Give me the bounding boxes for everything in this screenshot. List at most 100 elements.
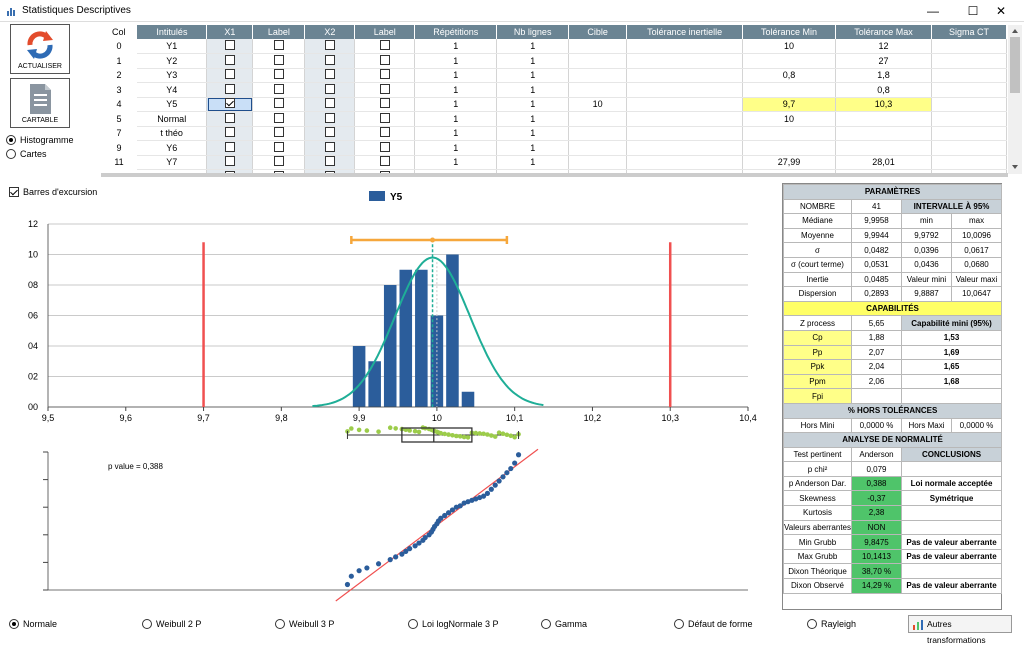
column-header[interactable]: Cible — [568, 25, 628, 39]
nb-lignes-cell[interactable]: 1 — [496, 97, 570, 112]
tolerance-min-cell[interactable]: 10 — [742, 39, 836, 54]
column-header[interactable]: Col — [101, 25, 138, 39]
checkbox[interactable] — [324, 112, 335, 123]
intitule-cell[interactable]: Y6 — [136, 140, 208, 156]
nb-lignes-cell[interactable]: 1 — [496, 68, 570, 83]
column-header[interactable]: Label — [252, 25, 306, 39]
tolerance-min-cell[interactable] — [742, 126, 836, 141]
radio-distribution[interactable]: Loi logNormale 3 P — [408, 619, 499, 629]
checkbox[interactable] — [324, 98, 335, 109]
intitule-cell[interactable]: t théo — [136, 126, 208, 141]
x2-cell[interactable] — [304, 68, 356, 83]
tolerance-max-cell[interactable]: 0,8 — [835, 82, 932, 98]
nb-lignes-cell[interactable]: 1 — [496, 39, 570, 54]
x2-cell[interactable] — [304, 155, 356, 170]
intitule-cell[interactable]: Y7 — [136, 155, 208, 170]
sigma-ct-cell[interactable] — [931, 140, 1007, 156]
column-header[interactable]: Intitulés — [136, 25, 208, 39]
checkbox[interactable] — [379, 54, 390, 65]
table-row[interactable]: 11 Y7 1 1 27,99 28,01 — [101, 155, 1007, 170]
grid-horizontal-scrollbar[interactable] — [101, 173, 1008, 177]
nb-lignes-cell[interactable]: 1 — [496, 82, 570, 98]
radio-distribution[interactable]: Rayleigh — [807, 619, 856, 629]
cible-cell[interactable] — [568, 155, 628, 170]
label1-cell[interactable] — [252, 126, 306, 141]
tolerance-inertielle-cell[interactable] — [626, 68, 744, 83]
radio-distribution[interactable]: Normale — [9, 619, 57, 629]
tolerance-inertielle-cell[interactable] — [626, 111, 744, 127]
sigma-ct-cell[interactable] — [931, 97, 1007, 112]
table-row[interactable]: 5 Normal 1 1 10 — [101, 111, 1007, 127]
label2-cell[interactable] — [354, 126, 416, 141]
label2-cell[interactable] — [354, 39, 416, 54]
tolerance-max-cell[interactable]: 1,8 — [835, 68, 932, 83]
label2-cell[interactable] — [354, 111, 416, 127]
checkbox[interactable] — [224, 141, 235, 152]
label1-cell[interactable] — [252, 155, 306, 170]
table-row[interactable]: 0 Y1 1 1 10 12 — [101, 39, 1007, 54]
radio-distribution[interactable]: Gamma — [541, 619, 587, 629]
table-row[interactable]: 7 t théo 1 1 — [101, 126, 1007, 141]
checkbox[interactable] — [324, 40, 335, 50]
tolerance-max-cell[interactable]: 10,3 — [835, 97, 932, 112]
column-header[interactable]: X1 — [206, 25, 254, 39]
checkbox[interactable] — [224, 40, 235, 50]
column-header[interactable]: Sigma CT — [931, 25, 1007, 39]
repetitions-cell[interactable]: 1 — [414, 82, 498, 98]
label1-cell[interactable] — [252, 68, 306, 83]
nb-lignes-cell[interactable]: 1 — [496, 53, 570, 69]
tolerance-max-cell[interactable] — [835, 140, 932, 156]
tolerance-inertielle-cell[interactable] — [626, 140, 744, 156]
radio-distribution[interactable]: Défaut de forme — [674, 619, 753, 629]
checkbox[interactable] — [324, 141, 335, 152]
sigma-ct-cell[interactable] — [931, 111, 1007, 127]
repetitions-cell[interactable]: 1 — [414, 140, 498, 156]
checkbox[interactable] — [324, 83, 335, 94]
cartable-button[interactable]: CARTABLE — [10, 78, 70, 128]
tolerance-max-cell[interactable]: 28,01 — [835, 155, 932, 170]
repetitions-cell[interactable]: 1 — [414, 53, 498, 69]
checkbox[interactable] — [273, 54, 284, 65]
checkbox[interactable] — [224, 156, 235, 167]
checkbox[interactable] — [273, 40, 284, 50]
cible-cell[interactable] — [568, 111, 628, 127]
tolerance-min-cell[interactable] — [742, 53, 836, 69]
label1-cell[interactable] — [252, 53, 306, 69]
checkbox[interactable] — [273, 98, 284, 109]
intitule-cell[interactable]: Y1 — [136, 39, 208, 54]
sigma-ct-cell[interactable] — [931, 155, 1007, 170]
tolerance-min-cell[interactable] — [742, 140, 836, 156]
table-row[interactable]: 9 Y6 1 1 — [101, 140, 1007, 156]
checkbox[interactable] — [224, 69, 235, 80]
checkbox[interactable] — [273, 127, 284, 138]
checkbox[interactable] — [379, 83, 390, 94]
x1-cell[interactable] — [206, 126, 254, 141]
checkbox[interactable] — [379, 40, 390, 50]
checkbox[interactable] — [224, 83, 235, 94]
label1-cell[interactable] — [252, 111, 306, 127]
sigma-ct-cell[interactable] — [931, 126, 1007, 141]
cible-cell[interactable]: 10 — [568, 97, 628, 112]
checkbox[interactable] — [379, 69, 390, 80]
checkbox[interactable] — [324, 156, 335, 167]
checkbox[interactable] — [273, 112, 284, 123]
column-header[interactable]: Répétitions — [414, 25, 498, 39]
intitule-cell[interactable]: Y4 — [136, 82, 208, 98]
checkbox[interactable] — [273, 69, 284, 80]
x1-cell[interactable] — [206, 53, 254, 69]
x1-cell[interactable] — [206, 82, 254, 98]
table-row[interactable]: 2 Y3 1 1 0,8 1,8 — [101, 68, 1007, 83]
autres-transformations-button[interactable]: Autres transformations — [908, 615, 1012, 645]
cible-cell[interactable] — [568, 126, 628, 141]
column-header[interactable]: Label — [354, 25, 416, 39]
column-header[interactable]: Tolérance Max — [835, 25, 932, 39]
table-row[interactable]: 3 Y4 1 1 0,8 — [101, 82, 1007, 98]
intitule-cell[interactable]: Y3 — [136, 68, 208, 83]
grid-vertical-scrollbar[interactable] — [1008, 25, 1022, 174]
label2-cell[interactable] — [354, 82, 416, 98]
x1-cell[interactable] — [206, 68, 254, 83]
x1-cell[interactable] — [206, 111, 254, 127]
x1-cell[interactable] — [206, 140, 254, 156]
nb-lignes-cell[interactable]: 1 — [496, 111, 570, 127]
intitule-cell[interactable]: Normal — [136, 111, 208, 127]
